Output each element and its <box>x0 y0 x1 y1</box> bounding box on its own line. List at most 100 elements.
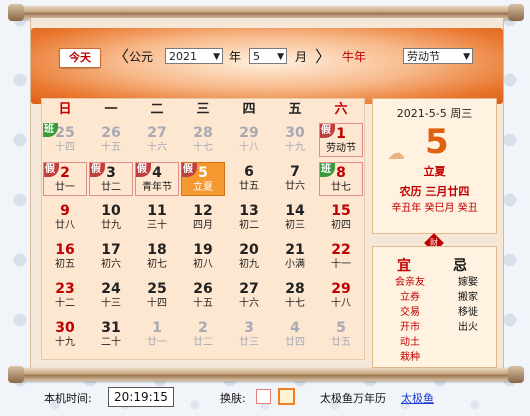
day-cell[interactable]: 27 十六 <box>135 123 179 157</box>
lunar-label: 十四 <box>55 142 75 153</box>
day-cell[interactable]: 27 十六 <box>227 279 271 313</box>
day-cell[interactable]: 24 十三 <box>89 279 133 313</box>
day-number: 29 <box>239 125 259 141</box>
lunar-label: 四月 <box>193 220 213 231</box>
lunar-label: 三十 <box>147 220 167 231</box>
day-cell[interactable]: 假 5 立夏 <box>181 162 225 196</box>
ji-item: 出火 <box>458 322 478 333</box>
day-cell[interactable]: 1 廿一 <box>135 318 179 352</box>
day-cell[interactable]: 22 十一 <box>319 240 363 274</box>
lunar-label: 初三 <box>285 220 305 231</box>
lunar-label: 青年节 <box>142 182 172 193</box>
holiday-select[interactable]: 劳动节 ▼ <box>403 48 473 64</box>
lunar-label: 廿五 <box>239 181 259 192</box>
lunar-label: 廿七 <box>331 182 351 193</box>
yi-item: 动土 <box>400 337 420 348</box>
lunar-label: 小满 <box>285 259 305 270</box>
day-cell[interactable]: 14 初三 <box>273 201 317 235</box>
day-cell[interactable]: 17 初六 <box>89 240 133 274</box>
lunar-label: 十七 <box>193 142 213 153</box>
day-number: 18 <box>147 242 167 258</box>
day-number: 27 <box>147 125 167 141</box>
skin-option-2[interactable] <box>278 388 295 405</box>
day-cell[interactable]: 18 初七 <box>135 240 179 274</box>
day-cell[interactable]: 20 初九 <box>227 240 271 274</box>
prev-month-arrow[interactable]: 〈 <box>113 46 129 68</box>
day-number: 28 <box>193 125 213 141</box>
year-select[interactable]: 2021 ▼ <box>165 48 223 64</box>
day-cell[interactable]: 假 1 劳动节 <box>319 123 363 157</box>
lunar-label: 廿二 <box>193 337 213 348</box>
next-month-arrow[interactable]: 〉 <box>315 46 331 68</box>
day-cell[interactable]: 6 廿五 <box>227 162 271 196</box>
day-cell[interactable]: 假 3 廿二 <box>89 162 133 196</box>
day-cell[interactable]: 12 四月 <box>181 201 225 235</box>
day-cell[interactable]: 班 25 十四 <box>43 123 87 157</box>
yi-item: 立券 <box>400 292 420 303</box>
day-number: 17 <box>101 242 121 258</box>
lunar-label: 十六 <box>147 142 167 153</box>
day-cell[interactable]: 29 十八 <box>227 123 271 157</box>
big-day-number: 5 <box>425 122 449 162</box>
ji-item: 移徙 <box>458 307 478 318</box>
day-cell[interactable]: 16 初五 <box>43 240 87 274</box>
day-cell[interactable]: 31 二十 <box>89 318 133 352</box>
lunar-label: 十八 <box>331 298 351 309</box>
day-cell[interactable]: 11 三十 <box>135 201 179 235</box>
day-cell[interactable]: 28 十七 <box>181 123 225 157</box>
month-grid: 日一二三四五六班 25 十四 26 十五 27 十六 28 十七 29 十八 30 十九假 1 劳动节假 2 廿… <box>41 98 365 360</box>
weekday-header: 一 <box>104 102 118 117</box>
yi-item: 开市 <box>400 322 420 333</box>
day-number: 16 <box>55 242 75 258</box>
day-cell[interactable]: 21 小满 <box>273 240 317 274</box>
day-cell[interactable]: 假 4 青年节 <box>135 162 179 196</box>
day-number: 13 <box>239 203 259 219</box>
day-cell[interactable]: 26 十五 <box>181 279 225 313</box>
day-cell[interactable]: 29 十八 <box>319 279 363 313</box>
lunar-label: 廿五 <box>331 337 351 348</box>
day-cell[interactable]: 23 十二 <box>43 279 87 313</box>
day-cell[interactable]: 28 十七 <box>273 279 317 313</box>
day-cell[interactable]: 7 廿六 <box>273 162 317 196</box>
yi-ji-panel: 宜 忌 会亲友 立券 交易 开市 动土 栽种 嫁娶 搬家 移徙 出火 <box>372 246 497 368</box>
day-cell[interactable]: 26 十五 <box>89 123 133 157</box>
lunar-label: 十五 <box>193 298 213 309</box>
skin-option-1[interactable] <box>256 389 271 404</box>
today-button[interactable]: 今天 <box>59 48 101 68</box>
holiday-value: 劳动节 <box>407 50 440 63</box>
day-cell[interactable]: 13 初二 <box>227 201 271 235</box>
day-number: 14 <box>285 203 305 219</box>
lunar-label: 十二 <box>55 298 75 309</box>
day-cell[interactable]: 30 十九 <box>273 123 317 157</box>
lunar-label: 十八 <box>239 142 259 153</box>
day-number: 20 <box>239 242 259 258</box>
day-number: 3 <box>244 320 254 336</box>
lunar-label: 十六 <box>239 298 259 309</box>
day-cell[interactable]: 9 廿八 <box>43 201 87 235</box>
day-cell[interactable]: 假 2 廿一 <box>43 162 87 196</box>
day-cell[interactable]: 班 8 廿七 <box>319 162 363 196</box>
day-cell[interactable]: 4 廿四 <box>273 318 317 352</box>
selected-date-info: 2021-5-5 周三 ☁ 5 立夏 农历 三月廿四 辛丑年 癸巳月 癸丑 <box>372 98 497 234</box>
day-number: 19 <box>193 242 213 258</box>
day-cell[interactable]: 10 廿九 <box>89 201 133 235</box>
month-select[interactable]: 5 ▼ <box>249 48 287 64</box>
day-cell[interactable]: 25 十四 <box>135 279 179 313</box>
lunar-label: 十三 <box>101 298 121 309</box>
brand-link[interactable]: 太极鱼 <box>401 390 434 406</box>
day-cell[interactable]: 2 廿二 <box>181 318 225 352</box>
day-number: 26 <box>193 281 213 297</box>
footer-bar: 本机时间: 20:19:15 换肤: 太极鱼万年历 太极鱼 <box>0 384 530 412</box>
day-cell[interactable]: 5 廿五 <box>319 318 363 352</box>
lunar-label: 廿二 <box>101 182 121 193</box>
day-number: 24 <box>101 281 121 297</box>
day-cell[interactable]: 15 初四 <box>319 201 363 235</box>
lunar-label: 十四 <box>147 298 167 309</box>
day-cell[interactable]: 3 廿三 <box>227 318 271 352</box>
lunar-label: 十一 <box>331 259 351 270</box>
day-cell[interactable]: 30 十九 <box>43 318 87 352</box>
zodiac-year: 牛年 <box>342 50 367 64</box>
month-suffix: 月 <box>295 50 308 64</box>
day-cell[interactable]: 19 初八 <box>181 240 225 274</box>
yi-item: 会亲友 <box>395 277 425 288</box>
